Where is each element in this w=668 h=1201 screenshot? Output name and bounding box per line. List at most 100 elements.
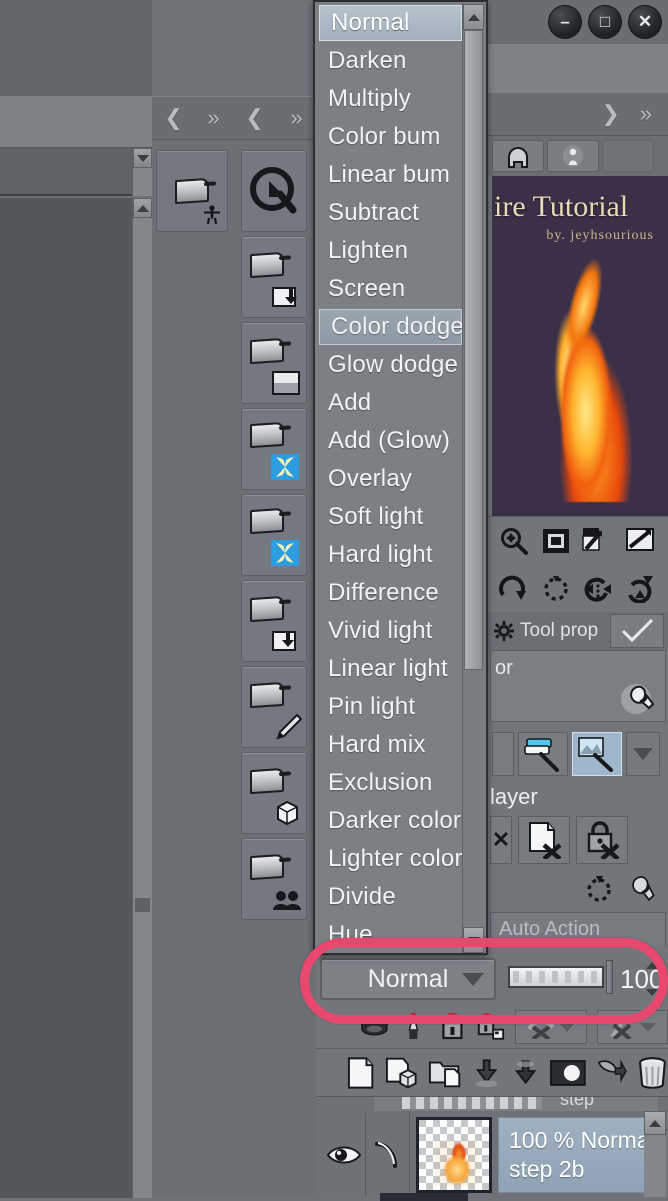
image-dropper-button[interactable] bbox=[572, 732, 622, 776]
dropdown-scroll-down-button[interactable] bbox=[463, 927, 484, 953]
tab-material-pose[interactable] bbox=[547, 140, 599, 172]
layer-operations-row[interactable]: ✕ bbox=[488, 812, 668, 868]
layer-visibility-toggle[interactable] bbox=[322, 1113, 366, 1197]
new-raster-layer-icon[interactable] bbox=[346, 1054, 375, 1092]
blend-mode-option[interactable]: Pin light bbox=[317, 688, 464, 726]
layer-blend-control-row[interactable]: Normal 100 bbox=[316, 952, 668, 1006]
minimize-button[interactable]: – bbox=[548, 5, 582, 39]
dropdown-scroll-track[interactable] bbox=[463, 30, 484, 927]
blend-mode-option[interactable]: Color bum bbox=[317, 118, 464, 156]
quick-access-button[interactable] bbox=[241, 150, 307, 232]
document-scrollbar-lower[interactable] bbox=[132, 198, 152, 1198]
chevron-double-right-icon[interactable]: » bbox=[207, 107, 219, 129]
color-tool-row[interactable] bbox=[488, 726, 668, 782]
scroll-grip[interactable] bbox=[135, 898, 150, 912]
zoom-button[interactable] bbox=[496, 523, 532, 559]
palette-nav-row-right[interactable]: ❮ » bbox=[232, 96, 316, 140]
eraser-dropper-button[interactable] bbox=[518, 732, 568, 776]
palette-nav-row-top[interactable]: ❯ » bbox=[488, 92, 668, 136]
stepper-down-icon[interactable] bbox=[646, 989, 658, 996]
tool-property-check-button[interactable] bbox=[610, 614, 664, 648]
chevron-double-right-icon-3[interactable]: » bbox=[640, 103, 652, 125]
material-3d-button[interactable] bbox=[241, 752, 307, 834]
layer-row-above-partial[interactable]: step bbox=[374, 1097, 658, 1111]
rotate-left-step-button[interactable] bbox=[580, 571, 616, 607]
material-download-button[interactable] bbox=[241, 236, 307, 318]
material-folder-3d-body-button[interactable] bbox=[156, 150, 228, 232]
scroll-down-arrow[interactable] bbox=[133, 148, 152, 168]
material-brush-button[interactable] bbox=[241, 666, 307, 748]
material-people-button[interactable] bbox=[241, 838, 307, 920]
layer-thumbnail[interactable] bbox=[416, 1117, 492, 1193]
palette-nav-row-left[interactable]: ❮ » bbox=[152, 96, 232, 140]
blend-mode-option[interactable]: Darken bbox=[317, 42, 464, 80]
tab-auto-action[interactable]: Auto Action bbox=[490, 912, 666, 946]
blend-mode-select[interactable]: Normal bbox=[320, 958, 496, 1000]
reset-rotation-button[interactable] bbox=[538, 571, 574, 607]
color-swatch-partial[interactable] bbox=[492, 732, 514, 776]
document-scrollbar-upper[interactable] bbox=[132, 148, 152, 196]
table-row[interactable]: 100 % Normal step 2b bbox=[322, 1113, 658, 1197]
blend-mode-option[interactable]: Overlay bbox=[317, 460, 464, 498]
blend-mode-option[interactable]: Screen bbox=[317, 270, 464, 308]
wrench-icon-2[interactable] bbox=[624, 873, 658, 907]
layer-row-below-partial[interactable] bbox=[380, 1193, 468, 1201]
trash-icon[interactable] bbox=[637, 1054, 668, 1092]
blend-mode-option[interactable]: Glow dodge bbox=[317, 346, 464, 384]
chevron-left-icon[interactable]: ❮ bbox=[164, 107, 182, 129]
dropdown-scroll-up-button[interactable] bbox=[463, 4, 484, 30]
mask-dropdown-button[interactable] bbox=[515, 1010, 587, 1044]
apply-mask-icon[interactable] bbox=[596, 1055, 628, 1091]
flip-vertical-button[interactable] bbox=[622, 523, 658, 559]
layer-misc-icons-row[interactable] bbox=[488, 868, 668, 912]
chevron-double-right-icon-2[interactable]: » bbox=[290, 107, 302, 129]
blend-mode-option[interactable]: Lighter color bbox=[317, 840, 464, 878]
tool-property-header[interactable]: Tool prop bbox=[488, 612, 668, 650]
blend-mode-option[interactable]: Add bbox=[317, 384, 464, 422]
chevron-left-icon-2[interactable]: ❮ bbox=[245, 107, 263, 129]
blend-mode-option[interactable]: Linear light bbox=[317, 650, 464, 688]
rotate-right-step-button[interactable] bbox=[622, 571, 658, 607]
document-workspace[interactable] bbox=[0, 198, 152, 1198]
blend-mode-dropdown-menu[interactable]: Normal Darken Multiply Color bum Linear bum S… bbox=[313, 0, 488, 955]
maximize-button[interactable]: □ bbox=[588, 5, 622, 39]
blend-mode-option[interactable]: Hue bbox=[317, 916, 464, 954]
new-3d-layer-icon[interactable] bbox=[385, 1054, 418, 1092]
flip-horizontal-button[interactable] bbox=[580, 523, 616, 559]
blend-mode-option[interactable]: Divide bbox=[317, 878, 464, 916]
blend-mode-option[interactable]: Difference bbox=[317, 574, 464, 612]
dropdown-scrollbar[interactable] bbox=[462, 4, 484, 953]
layer-op-partial[interactable]: ✕ bbox=[490, 816, 512, 864]
rotate-button[interactable] bbox=[496, 571, 532, 607]
tab-empty[interactable] bbox=[602, 140, 654, 172]
blend-mode-option[interactable]: Darker color bbox=[317, 802, 464, 840]
chevron-right-icon[interactable]: ❯ bbox=[601, 103, 619, 125]
material-color-pattern-button-1[interactable] bbox=[241, 408, 307, 490]
blend-mode-option[interactable]: Subtract bbox=[317, 194, 464, 232]
new-folder-icon[interactable] bbox=[428, 1054, 462, 1092]
opacity-slider[interactable] bbox=[508, 966, 604, 988]
blend-mode-option[interactable]: Soft light bbox=[317, 498, 464, 536]
delete-layer-button[interactable] bbox=[518, 816, 570, 864]
material-image-button[interactable] bbox=[241, 322, 307, 404]
document-canvas-area[interactable] bbox=[0, 0, 152, 1198]
ruler-dropdown-button[interactable] bbox=[596, 1010, 668, 1044]
combine-down-icon[interactable] bbox=[511, 1055, 540, 1091]
layer-mask-icon[interactable] bbox=[550, 1057, 587, 1089]
layer-list-panel[interactable]: step 100 % Normal step 2b bbox=[316, 1096, 668, 1201]
palette-tab-row[interactable] bbox=[488, 136, 668, 176]
blend-mode-option[interactable]: Linear bum bbox=[317, 156, 464, 194]
close-button[interactable]: ✕ bbox=[628, 5, 662, 39]
fit-to-screen-button[interactable] bbox=[538, 523, 574, 559]
color-dropdown-button[interactable] bbox=[626, 732, 660, 776]
wrench-icon[interactable] bbox=[619, 681, 657, 717]
navigator-toolbar[interactable] bbox=[488, 516, 668, 612]
opacity-slider-handle[interactable] bbox=[606, 960, 613, 994]
stepper-up-icon[interactable] bbox=[646, 962, 658, 969]
merge-down-icon[interactable] bbox=[472, 1055, 501, 1091]
dashed-refresh-icon[interactable] bbox=[582, 874, 616, 906]
blend-mode-option[interactable]: Hard mix bbox=[317, 726, 464, 764]
material-palette-column-left[interactable]: ❮ » bbox=[152, 96, 232, 1198]
scroll-up-arrow[interactable] bbox=[133, 198, 152, 218]
blend-mode-option-list[interactable]: Normal Darken Multiply Color bum Linear bum S… bbox=[317, 4, 464, 954]
